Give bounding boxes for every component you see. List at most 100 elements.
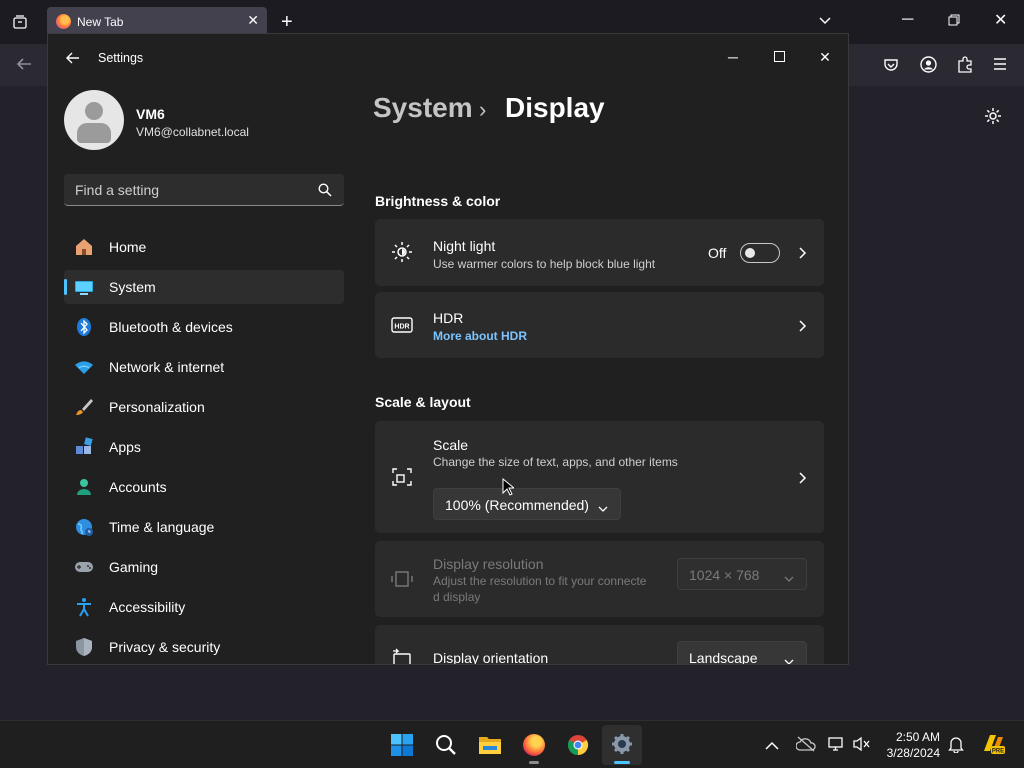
sidebar-item-bluetooth[interactable]: Bluetooth & devices [64,310,344,344]
search-box[interactable] [64,174,344,206]
svg-text:PRE: PRE [992,749,1004,755]
close-icon[interactable]: ✕ [994,13,1007,29]
chevron-down-icon [598,500,608,512]
chevron-down-icon [784,653,794,664]
sidebar-item-label: System [109,279,156,295]
hdr-icon: HDR [391,314,413,336]
sidebar-item-accessibility[interactable]: Accessibility [64,590,344,624]
search-icon[interactable] [318,183,332,197]
folder-icon [478,734,502,761]
clock-date[interactable]: 3/28/2024 [887,746,940,760]
avatar[interactable] [64,90,124,150]
gear-icon[interactable] [984,107,1002,129]
taskbar-file-explorer[interactable] [470,725,510,765]
clock-time[interactable]: 2:50 AM [896,730,940,744]
search-input[interactable] [64,174,314,205]
scale-card[interactable]: Scale Change the size of text, apps, and… [375,421,824,533]
back-arrow-icon[interactable] [15,56,33,76]
sidebar-item-network[interactable]: Network & internet [64,350,344,384]
minimize-button[interactable]: ─ [710,42,756,72]
firefox-icon [56,14,71,29]
orientation-value: Landscape [689,650,758,665]
sidebar-item-label: Time & language [109,519,215,535]
chevron-down-icon[interactable] [818,13,832,31]
orientation-icon [391,647,413,664]
chevron-right-icon [796,319,808,332]
account-icon[interactable] [920,56,937,77]
page-title: Display [505,92,605,123]
breadcrumb-separator: › [479,97,487,122]
hdr-card[interactable]: HDR HDR More about HDR [375,292,824,358]
breadcrumb-parent[interactable]: System [373,92,473,124]
volume-muted-icon[interactable] [853,736,871,757]
night-light-title: Night light [433,238,496,254]
network-icon[interactable] [828,736,844,757]
sidebar-item-accounts[interactable]: Accounts [64,470,344,504]
restore-icon[interactable] [948,14,960,30]
night-light-toggle[interactable] [740,243,780,263]
maximize-button[interactable] [756,42,802,72]
selection-indicator [64,279,67,295]
resolution-icon [391,568,413,590]
taskbar-search-button[interactable] [426,725,466,765]
close-tab-icon[interactable]: ✕ [247,12,259,29]
user-email: VM6@collabnet.local [136,125,249,139]
resolution-dropdown: 1024 × 768 [677,558,807,590]
taskbar-settings[interactable] [602,725,642,765]
orientation-dropdown[interactable]: Landscape [677,641,807,665]
chevron-right-icon [796,246,808,259]
menu-icon[interactable] [993,57,1007,75]
close-button[interactable]: ✕ [802,42,848,72]
sidebar-item-time-language[interactable]: Time & language [64,510,344,544]
brightness-icon [391,241,413,263]
sidebar-item-label: Gaming [109,559,159,575]
resolution-title: Display resolution [433,556,544,572]
new-tab-icon[interactable]: + [281,12,293,32]
scale-dropdown[interactable]: 100% (Recommended) [433,488,621,520]
night-light-card[interactable]: Night light Use warmer colors to help bl… [375,219,824,286]
start-button[interactable] [382,725,422,765]
section-title-brightness: Brightness & color [375,193,501,209]
sidebar-item-personalization[interactable]: Personalization [64,390,344,424]
sidebar-item-label: Accessibility [109,599,186,615]
scale-icon [391,466,413,488]
back-arrow-icon[interactable] [64,49,82,67]
sidebar-item-home[interactable]: Home [64,230,344,264]
hdr-link[interactable]: More about HDR [433,329,527,343]
taskbar-chrome[interactable] [558,725,598,765]
sidebar-item-privacy[interactable]: Privacy & security [64,630,344,664]
section-title-scale-layout: Scale & layout [375,394,471,410]
settings-gear-icon [611,733,633,760]
sidebar-item-label: Privacy & security [109,639,221,655]
user-name: VM6 [136,106,165,122]
tab-list-icon[interactable] [12,14,28,34]
firefox-icon [523,734,545,756]
pocket-icon[interactable] [883,57,899,77]
onedrive-offline-icon[interactable] [795,736,816,757]
mouse-cursor-icon [502,477,516,496]
taskbar-firefox[interactable] [514,725,554,765]
sidebar-item-system[interactable]: System [64,270,344,304]
night-light-state: Off [708,245,727,261]
scale-title: Scale [433,437,469,453]
sidebar-item-label: Personalization [109,399,205,415]
accounts-icon [74,477,94,497]
system-icon [74,277,94,297]
sidebar-item-label: Accounts [109,479,167,495]
sidebar-item-gaming[interactable]: Gaming [64,550,344,584]
show-hidden-icons-chevron-icon[interactable] [765,738,779,756]
shield-icon [74,637,94,657]
copilot-preview-icon[interactable]: PRE [980,731,1006,762]
extensions-icon[interactable] [957,56,973,77]
tab-title: New Tab [77,15,124,29]
chevron-down-icon [784,570,794,582]
search-icon [435,734,457,761]
svg-text:HDR: HDR [394,324,409,331]
sidebar-item-label: Home [109,239,147,255]
window-title: Settings [98,51,144,65]
notifications-bell-icon[interactable] [948,735,964,758]
scale-subtitle: Change the size of text, apps, and other… [433,455,678,469]
sidebar-item-apps[interactable]: Apps [64,430,344,464]
minimize-icon[interactable]: ─ [902,12,913,28]
display-orientation-card[interactable]: Display orientation Landscape [375,625,824,665]
